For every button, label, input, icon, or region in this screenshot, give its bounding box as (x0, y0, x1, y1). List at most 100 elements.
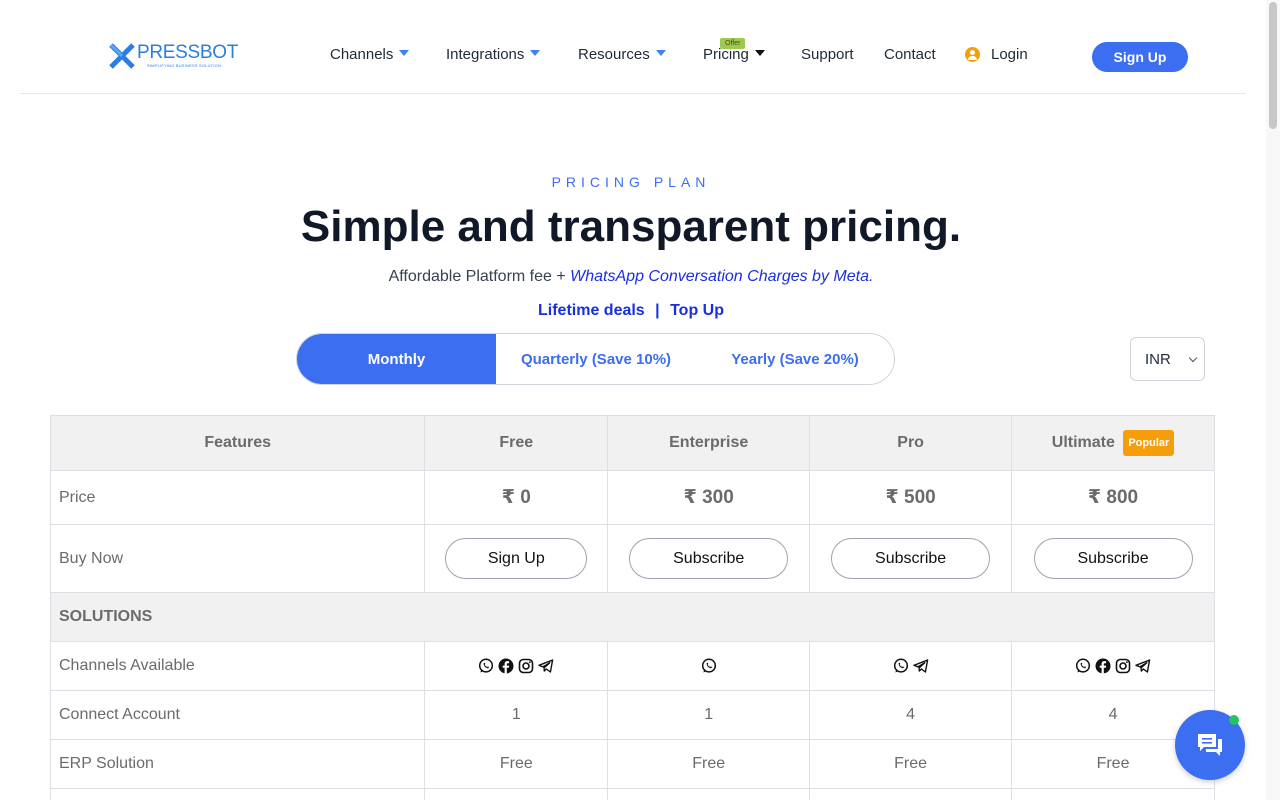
telegram-icon (912, 658, 929, 674)
whatsapp-icon (1075, 658, 1091, 674)
table-row: ERP Solution Free Free Free Free (49, 739, 1215, 789)
table-cell (607, 788, 811, 800)
header-signup-button[interactable]: Sign Up (1092, 42, 1188, 72)
table-cell (1011, 788, 1215, 800)
nav-support-label: Support (801, 46, 854, 63)
whatsapp-icon (478, 658, 494, 674)
currency-value: INR (1145, 350, 1171, 368)
table-cell: Free (424, 739, 609, 789)
user-circle-icon (965, 47, 980, 62)
table-row: Buy Now Sign Up Subscribe Subscribe Subs… (49, 524, 1215, 593)
subtitle-text: Affordable Platform fee + (388, 268, 571, 285)
table-cell (424, 788, 609, 800)
table-cell (607, 641, 811, 691)
brand-name: PRESSBOT (137, 42, 239, 63)
nav-resources[interactable]: Resources (578, 46, 666, 63)
chevron-down-icon (754, 50, 765, 56)
row-label: ERP Solution (49, 739, 426, 789)
table-cell: 1 (607, 690, 811, 740)
pro-subscribe-button[interactable]: Subscribe (831, 538, 991, 579)
table-cell: Free (607, 739, 811, 789)
chevron-down-icon (530, 50, 541, 56)
table-row: Connect Account 1 1 4 4 (49, 690, 1215, 740)
free-signup-button[interactable]: Sign Up (445, 538, 588, 579)
top-up-link[interactable]: Top Up (670, 302, 724, 319)
price-value: ₹ 500 (809, 470, 1013, 525)
table-cell (1011, 641, 1215, 691)
nav-channels-label: Channels (330, 46, 394, 63)
brand-logo[interactable]: PRESSBOT SIMPLIFYING BUSINESS SOLUTION (109, 43, 238, 69)
telegram-icon (1135, 658, 1151, 674)
facebook-icon (1095, 658, 1111, 674)
chevron-down-icon (399, 50, 410, 56)
price-value: ₹ 300 (607, 470, 811, 525)
currency-select[interactable]: INR (1130, 337, 1205, 381)
price-value: ₹ 800 (1011, 470, 1215, 525)
table-row (49, 788, 1215, 800)
chat-icon (1198, 734, 1222, 756)
column-header: Free (424, 415, 609, 471)
ultimate-subscribe-button[interactable]: Subscribe (1033, 538, 1193, 579)
table-row: Price ₹ 0 ₹ 300 ₹ 500 ₹ 800 (49, 470, 1215, 525)
channel-icons (701, 658, 717, 674)
table-cell: Free (809, 739, 1013, 789)
table-cell: Sign Up (424, 524, 609, 593)
section-heading: SOLUTIONS (50, 592, 1215, 642)
deal-links: Lifetime deals | Top Up (0, 302, 1262, 320)
nav-channels[interactable]: Channels (330, 46, 410, 63)
column-header-label: Ultimate (1051, 434, 1115, 452)
popular-badge: Popular (1123, 430, 1175, 456)
table-cell: 4 (809, 690, 1013, 740)
chevron-down-icon (655, 50, 666, 56)
instagram-icon (1115, 658, 1131, 674)
table-row: Channels Available (49, 641, 1215, 691)
scrollbar-thumb[interactable] (1269, 2, 1277, 129)
column-header-ultimate: Ultimate Popular (1011, 415, 1215, 471)
facebook-icon (498, 658, 514, 674)
table-cell (809, 641, 1013, 691)
table-header-row: Features Free Enterprise Pro Ultimate Po… (49, 415, 1215, 471)
nav-resources-label: Resources (578, 46, 650, 63)
pricing-subtitle: Affordable Platform fee + WhatsApp Conve… (0, 268, 1262, 286)
instagram-icon (518, 658, 534, 674)
channel-icons (893, 658, 929, 674)
offer-badge: Offer (720, 38, 746, 49)
pricing-table: Features Free Enterprise Pro Ultimate Po… (49, 415, 1215, 800)
telegram-icon (538, 658, 554, 674)
nav-login[interactable]: Login (965, 46, 1028, 63)
whatsapp-icon (701, 658, 717, 674)
meta-charges-link[interactable]: WhatsApp Conversation Charges by Meta. (570, 268, 873, 285)
section-row: SOLUTIONS (50, 592, 1215, 642)
billing-yearly-tab[interactable]: Yearly (Save 20%) (696, 334, 894, 384)
whatsapp-icon (893, 658, 909, 674)
online-status-dot (1229, 715, 1239, 725)
nav-integrations[interactable]: Integrations (446, 46, 541, 63)
row-label: Connect Account (49, 690, 426, 740)
table-cell: 1 (424, 690, 609, 740)
row-label: Buy Now (49, 524, 426, 593)
row-label: Price (49, 470, 426, 525)
enterprise-subscribe-button[interactable]: Subscribe (629, 538, 789, 579)
page-title: Simple and transparent pricing. (300, 202, 962, 251)
column-header: Pro (809, 415, 1013, 471)
price-value: ₹ 0 (424, 470, 609, 525)
table-cell: Subscribe (1011, 524, 1215, 593)
pricing-eyebrow: PRICING PLAN (551, 174, 711, 190)
table-cell (424, 641, 609, 691)
nav-contact[interactable]: Contact (884, 46, 936, 63)
table-cell: Subscribe (809, 524, 1013, 593)
lifetime-deals-link[interactable]: Lifetime deals (538, 302, 645, 319)
nav-support[interactable]: Support (801, 46, 854, 63)
column-header: Enterprise (607, 415, 811, 471)
channel-icons (1075, 658, 1151, 674)
chevron-down-icon (1188, 353, 1198, 363)
nav-integrations-label: Integrations (446, 46, 525, 63)
row-label: Channels Available (49, 641, 426, 691)
billing-quarterly-tab[interactable]: Quarterly (Save 10%) (496, 334, 696, 384)
logo-x-mark (109, 43, 135, 69)
nav-login-label: Login (991, 46, 1028, 63)
billing-monthly-tab[interactable]: Monthly (297, 334, 496, 384)
channel-icons (478, 658, 554, 674)
table-cell: Subscribe (607, 524, 811, 593)
nav-contact-label: Contact (884, 46, 936, 63)
